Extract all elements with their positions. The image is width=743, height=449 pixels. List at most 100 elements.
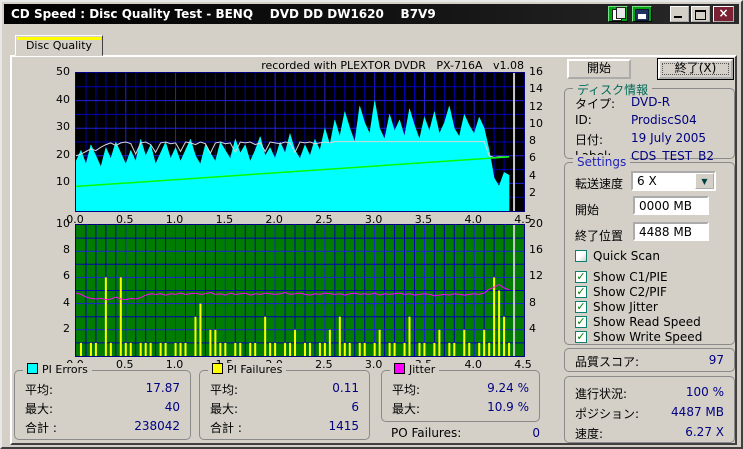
check-icon: ✓ bbox=[576, 315, 586, 328]
jitter-0-value: 9.24 % bbox=[487, 381, 529, 395]
progress-1-value: 4487 MB bbox=[671, 405, 724, 419]
disc-info-label: 日付: bbox=[575, 133, 604, 147]
chevron-down-icon[interactable]: ▼ bbox=[695, 173, 714, 189]
floppy-glyph bbox=[635, 9, 649, 21]
pi-failures-2-label: 合計 : bbox=[210, 421, 242, 435]
y-left-tick: 6 bbox=[63, 269, 70, 283]
settings-group: Settings 転送速度 6 X ▼ 開始 終了位置 Quick Scan ✓ S… bbox=[564, 155, 735, 345]
y-left-tick: 50 bbox=[56, 65, 70, 78]
checkbox-box[interactable] bbox=[575, 250, 587, 262]
disc-info-row: ID: ProdiscS04 bbox=[575, 113, 724, 129]
checkbox-show-jitter[interactable]: ✓ Show Jitter bbox=[575, 300, 725, 315]
pi-failures-0-label: 平均: bbox=[210, 383, 239, 397]
minimize-button[interactable] bbox=[670, 6, 689, 22]
y-right-tick: 12 bbox=[529, 269, 543, 283]
pi-errors-1-label: 最大: bbox=[25, 402, 54, 416]
pi-failures-1-label: 最大: bbox=[210, 402, 239, 416]
pi-errors-2-value: 238042 bbox=[134, 419, 180, 433]
y-left-tick: 10 bbox=[56, 175, 70, 189]
y-right-tick: 10 bbox=[529, 116, 543, 130]
pi-errors-box: PI Errors 平均: 17.87 最大: 40 合計 : 238042 bbox=[14, 363, 191, 440]
y-right-tick: 20 bbox=[529, 217, 543, 230]
y-left-tick: 8 bbox=[63, 243, 70, 257]
save-icon[interactable] bbox=[632, 6, 652, 22]
pi-failures-jitter-chart bbox=[75, 224, 525, 357]
check-icon: ✓ bbox=[576, 285, 586, 298]
pi-errors-chart bbox=[75, 72, 525, 212]
y-left-tick: 4 bbox=[63, 295, 70, 309]
start-pos-input[interactable] bbox=[633, 196, 709, 215]
pi-errors-legend: PI Errors bbox=[23, 363, 92, 376]
disc-info-value: DVD-R bbox=[631, 95, 671, 109]
progress-0-label: 進行状況: bbox=[575, 387, 628, 401]
window-title: CD Speed : Disc Quality Test - BENQ DVD … bbox=[11, 7, 436, 21]
pi-errors-2-label: 合計 : bbox=[25, 421, 57, 435]
pi-failures-2-row: 合計 : 1415 bbox=[210, 419, 359, 435]
jitter-0-row: 平均: 9.24 % bbox=[392, 381, 529, 397]
speed-label: 転送速度 bbox=[575, 177, 624, 191]
quality-score-value: 97 bbox=[708, 353, 724, 367]
checkbox-box[interactable]: ✓ bbox=[575, 301, 587, 313]
pi-errors-2-row: 合計 : 238042 bbox=[25, 419, 180, 435]
pi-failures-legend-swatch bbox=[212, 363, 223, 374]
start-pos-label: 開始 bbox=[575, 203, 600, 217]
progress-2-label: 速度: bbox=[575, 427, 604, 441]
recorded-with-note: recorded with PLEXTOR DVDR PX-716A v1.08 bbox=[261, 59, 524, 72]
speed-combo[interactable]: 6 X ▼ bbox=[631, 171, 716, 191]
checkbox-label: Show C1/PIE bbox=[593, 270, 668, 284]
pi-failures-0-row: 平均: 0.11 bbox=[210, 381, 359, 397]
checkbox-box[interactable]: ✓ bbox=[575, 286, 587, 298]
po-failures-label: PO Failures: bbox=[391, 426, 462, 440]
checkbox-label: Quick Scan bbox=[593, 249, 660, 263]
pi-failures-2-value: 1415 bbox=[328, 419, 359, 433]
checkbox-label: Show Read Speed bbox=[593, 315, 701, 329]
jitter-1-label: 最大: bbox=[392, 402, 421, 416]
checkbox-box[interactable]: ✓ bbox=[575, 331, 587, 343]
y-right-tick: 14 bbox=[529, 82, 543, 96]
pi-errors-1-row: 最大: 40 bbox=[25, 400, 180, 416]
disc-info-value: CDS_TEST_B2 bbox=[631, 149, 714, 163]
check-icon: ✓ bbox=[576, 300, 586, 313]
tab-disc-quality[interactable]: Disc Quality bbox=[15, 35, 103, 56]
end-pos-input[interactable] bbox=[633, 222, 709, 241]
disc-info-label: ID: bbox=[575, 113, 592, 127]
pi-failures-1-value: 6 bbox=[351, 400, 359, 414]
checkbox-label: Show Jitter bbox=[593, 300, 658, 314]
y-left-tick: 40 bbox=[56, 92, 70, 106]
close-button[interactable]: × bbox=[713, 6, 734, 22]
x-tick: 3.0 bbox=[364, 358, 383, 371]
checkbox-quick-scan[interactable]: Quick Scan bbox=[575, 249, 725, 264]
checkbox-show-c1-pie[interactable]: ✓ Show C1/PIE bbox=[575, 270, 725, 285]
quality-score-group: 品質スコア: 97 bbox=[564, 348, 735, 372]
checkbox-box[interactable]: ✓ bbox=[575, 316, 587, 328]
focus-rect bbox=[662, 63, 729, 75]
progress-1-row: ポジション: 4487 MB bbox=[575, 405, 724, 421]
settings-title: Settings bbox=[573, 155, 631, 169]
checkbox-show-write-speed[interactable]: ✓ Show Write Speed bbox=[575, 330, 725, 345]
pi-failures-0-value: 0.11 bbox=[332, 381, 359, 395]
jitter-legend-swatch bbox=[394, 363, 405, 374]
progress-1-label: ポジション: bbox=[575, 407, 640, 421]
checkbox-box[interactable]: ✓ bbox=[575, 271, 587, 283]
pi-errors-0-label: 平均: bbox=[25, 383, 54, 397]
checkbox-label: Show Write Speed bbox=[593, 330, 703, 344]
copy-icon[interactable] bbox=[608, 6, 628, 22]
po-failures-row: PO Failures: 0 bbox=[391, 426, 540, 440]
pi-errors-0-row: 平均: 17.87 bbox=[25, 381, 180, 397]
maximize-button[interactable] bbox=[691, 6, 710, 22]
exit-button[interactable]: 終了(X) bbox=[657, 58, 734, 80]
jitter-box: Jitter 平均: 9.24 % 最大: 10.9 % bbox=[381, 363, 540, 422]
pi-errors-0-value: 17.87 bbox=[145, 381, 180, 395]
disc-info-row: 日付: 19 July 2005 bbox=[575, 131, 724, 147]
start-button[interactable]: 開始 bbox=[567, 59, 631, 79]
start-button-label: 開始 bbox=[586, 61, 611, 75]
disc-info-value: 19 July 2005 bbox=[631, 131, 707, 145]
y-right-tick: 2 bbox=[529, 185, 536, 199]
progress-2-row: 速度: 6.27 X bbox=[575, 425, 724, 441]
checkbox-show-read-speed[interactable]: ✓ Show Read Speed bbox=[575, 315, 725, 330]
title-bar[interactable]: CD Speed : Disc Quality Test - BENQ DVD … bbox=[4, 4, 739, 24]
quality-score-label: 品質スコア: bbox=[575, 355, 640, 369]
checkbox-show-c2-pif[interactable]: ✓ Show C2/PIF bbox=[575, 285, 725, 300]
y-left-tick: 10 bbox=[56, 217, 70, 230]
po-failures-value: 0 bbox=[532, 426, 540, 440]
